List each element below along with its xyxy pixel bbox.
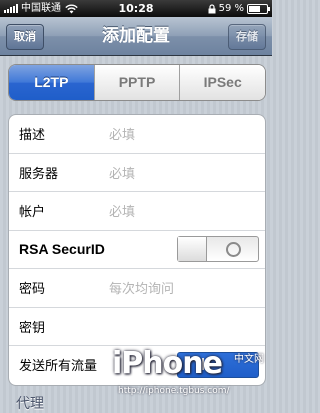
rsa-securid-row: RSA SecurID bbox=[9, 231, 265, 269]
password-field[interactable]: 每次均询问 bbox=[109, 278, 174, 297]
server-row[interactable]: 服务器 必填 bbox=[9, 154, 265, 192]
segment-ipsec[interactable]: IPSec bbox=[179, 65, 265, 100]
battery-percent: 59 % bbox=[218, 3, 244, 14]
rsa-securid-label: RSA SecurID bbox=[19, 241, 105, 258]
send-all-traffic-label: 发送所有流量 bbox=[19, 359, 98, 375]
password-row[interactable]: 密码 每次均询问 bbox=[9, 269, 265, 308]
description-row[interactable]: 描述 必填 bbox=[9, 115, 265, 154]
watermark-url: http://iphone.tgbus.com/ bbox=[118, 386, 230, 396]
password-label: 密码 bbox=[19, 282, 46, 298]
secret-row[interactable]: 密钥 bbox=[9, 308, 265, 346]
vpn-type-segmented-control: L2TP PPTP IPSec bbox=[8, 64, 266, 101]
watermark-cn: 中文网 bbox=[234, 354, 264, 365]
server-label: 服务器 bbox=[19, 166, 59, 182]
description-field[interactable]: 必填 bbox=[109, 124, 135, 143]
watermark-logo: iPhone bbox=[112, 346, 223, 381]
account-label: 帐户 bbox=[19, 205, 46, 221]
lock-icon bbox=[208, 3, 216, 13]
watermark: iPhone 中文网 http://iphone.tgbus.com/ bbox=[112, 346, 270, 401]
save-button[interactable]: 存储 bbox=[228, 24, 266, 50]
segment-l2tp[interactable]: L2TP bbox=[9, 65, 94, 100]
account-field[interactable]: 必填 bbox=[109, 201, 135, 220]
battery-icon bbox=[247, 3, 270, 14]
secret-label: 密钥 bbox=[19, 320, 46, 336]
navigation-bar: 取消 添加配置 存储 bbox=[0, 17, 272, 56]
segment-pptp[interactable]: PPTP bbox=[93, 65, 180, 100]
status-bar: 中国联通 10:28 59 % bbox=[0, 0, 272, 17]
description-label: 描述 bbox=[19, 128, 46, 144]
toggle-off-icon bbox=[226, 242, 241, 258]
server-field[interactable]: 必填 bbox=[109, 163, 135, 182]
rsa-securid-toggle[interactable] bbox=[177, 236, 259, 263]
account-row[interactable]: 帐户 必填 bbox=[9, 192, 265, 231]
proxy-section-header: 代理 bbox=[16, 396, 44, 412]
toggle-knob bbox=[178, 237, 207, 262]
